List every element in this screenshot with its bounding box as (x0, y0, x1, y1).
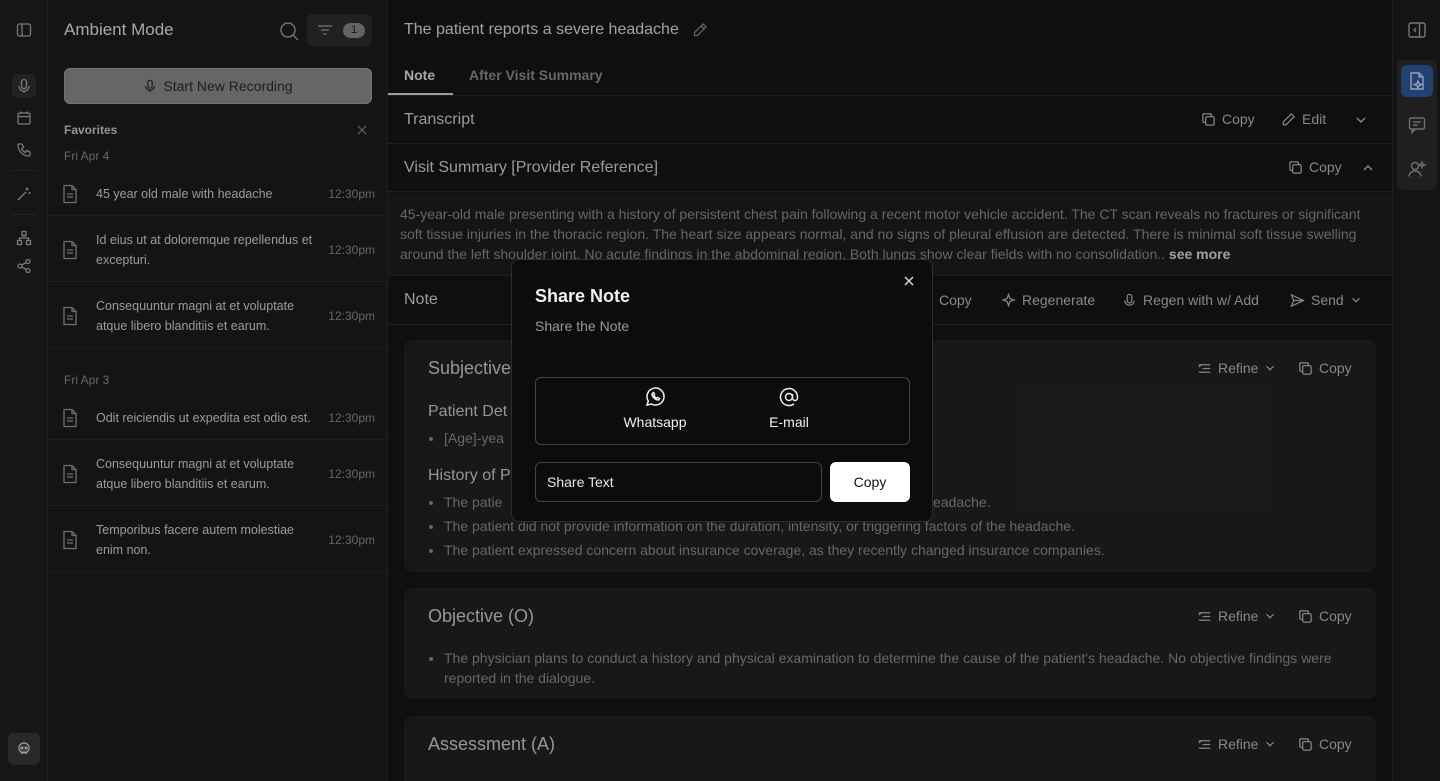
whatsapp-icon (645, 387, 665, 407)
email-label: E-mail (769, 414, 809, 430)
share-note-dialog: Share Note Share the Note Whatsapp E-mai… (511, 259, 933, 522)
dialog-title: Share Note (535, 286, 631, 306)
whatsapp-label: Whatsapp (623, 414, 687, 430)
at-sign-icon (779, 387, 799, 407)
share-copy-button[interactable]: Copy (830, 462, 910, 502)
share-options: Whatsapp E-mail (535, 377, 910, 445)
dialog-subtitle: Share the Note (535, 318, 630, 334)
close-icon[interactable] (902, 274, 916, 288)
share-text-input[interactable] (535, 462, 822, 502)
share-whatsapp-button[interactable]: Whatsapp (600, 386, 710, 438)
share-email-button[interactable]: E-mail (734, 386, 844, 438)
app: Ambient Mode 1 Start New Recording Favor… (0, 0, 1440, 781)
